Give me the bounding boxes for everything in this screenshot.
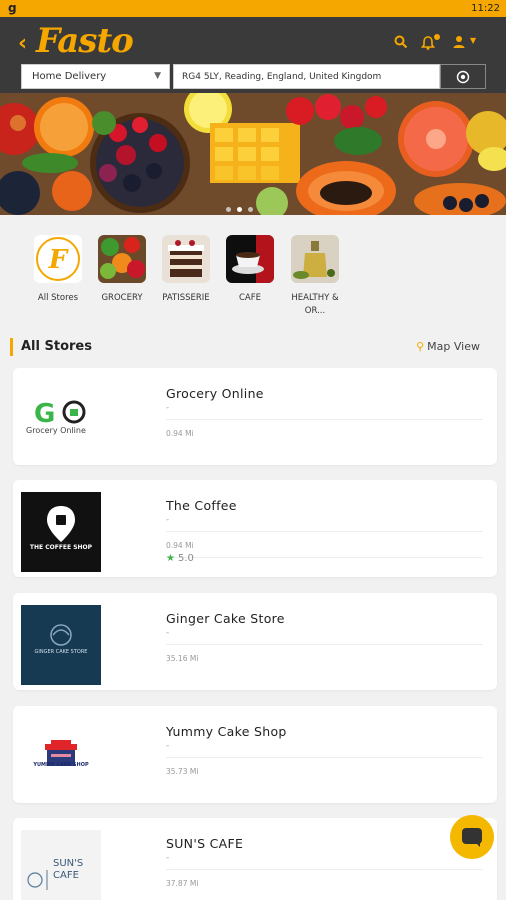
search-icon[interactable]: [394, 35, 408, 53]
store-distance: 35.16 Mi: [166, 654, 199, 663]
store-logo: [21, 718, 101, 798]
olive-oil-icon: [291, 235, 339, 283]
category-healthy[interactable]: HEALTHY & OR...: [285, 235, 345, 318]
divider: [166, 531, 483, 532]
category-label: CAFE: [238, 293, 261, 303]
delivery-mode-select[interactable]: Home Delivery ▼: [21, 64, 170, 89]
carousel-dot[interactable]: [226, 207, 231, 212]
category-patisserie[interactable]: PATISSERIE: [156, 235, 216, 305]
carousel-dot-active[interactable]: [237, 207, 242, 212]
store-subtitle: -: [166, 741, 170, 751]
store-subtitle: -: [166, 628, 170, 638]
store-distance: 0.94 Mi: [166, 429, 194, 438]
chevron-down-icon: ▼: [154, 71, 161, 81]
map-view-label: Map View: [427, 340, 480, 353]
grocery-icon: [98, 235, 146, 283]
notification-dot: [434, 34, 440, 40]
map-view-link[interactable]: ⚲ Map View: [416, 340, 480, 353]
store-card[interactable]: YUMMY CAKE SHOP Yummy Cake Shop - 35.73 …: [13, 706, 497, 803]
cake-icon: [162, 235, 210, 283]
star-icon: ★: [166, 553, 175, 564]
category-strip: F All Stores GROCERY PATISSERIE CAFE HEA…: [0, 215, 506, 325]
app-header: ‹ Fasto ▼ Home Delivery ▼ RG4 5LY, Readi…: [0, 17, 506, 93]
svg-text:G: G: [34, 399, 55, 429]
map-pin-icon: ⚲: [416, 340, 425, 353]
store-logo-text: GINGER CAKE STORE: [34, 649, 88, 655]
store-distance: 37.87 Mi: [166, 879, 199, 888]
store-logo-text: YUMMY CAKE SHOP: [33, 762, 89, 768]
store-logo-text: THE COFFEE SHOP: [29, 544, 93, 551]
category-grocery[interactable]: GROCERY: [92, 235, 152, 305]
store-subtitle: -: [166, 515, 170, 525]
store-name: Yummy Cake Shop: [166, 724, 287, 739]
category-label: All Stores: [37, 293, 79, 303]
divider: [166, 757, 483, 758]
caret-down-icon[interactable]: ▼: [470, 36, 476, 45]
category-all-stores[interactable]: F All Stores: [28, 235, 88, 305]
carousel-dot[interactable]: [248, 207, 253, 212]
store-card[interactable]: THE COFFEE SHOP The Coffee - 0.94 Mi ★ 5.…: [13, 480, 497, 577]
svg-text:F: F: [48, 245, 69, 275]
delivery-mode-value: Home Delivery: [32, 71, 107, 82]
divider: [166, 869, 483, 870]
store-distance: 0.94 Mi: [166, 541, 194, 550]
store-subtitle: -: [166, 403, 170, 413]
store-card[interactable]: GINGER CAKE STORE Ginger Cake Store - 35…: [13, 593, 497, 690]
category-label: HEALTHY & OR...: [291, 293, 339, 316]
brand-logo: Fasto: [36, 21, 134, 61]
store-rating: ★ 5.0: [166, 553, 194, 564]
store-logo: [21, 605, 101, 685]
locate-button[interactable]: [440, 64, 486, 89]
store-name: Ginger Cake Store: [166, 611, 285, 626]
store-name: Grocery Online: [166, 386, 264, 401]
store-logo: [21, 492, 101, 572]
divider: [166, 644, 483, 645]
divider: [166, 419, 483, 420]
carrier-icon: g: [8, 1, 17, 15]
store-name: SUN'S CAFE: [166, 836, 244, 851]
back-chevron-icon[interactable]: ‹: [18, 31, 27, 56]
carousel-dots[interactable]: [226, 197, 259, 216]
store-distance: 35.73 Mi: [166, 767, 199, 776]
category-label: GROCERY: [101, 293, 143, 303]
fasto-logo-icon: F: [34, 235, 82, 283]
store-logo-text: SUN'S CAFE: [53, 858, 84, 881]
store-logo-text: Grocery Online: [26, 426, 86, 435]
store-card[interactable]: SUN'S CAFE SUN'S CAFE - 37.87 Mi: [13, 818, 497, 900]
store-logo: G: [21, 380, 101, 460]
chat-button[interactable]: [450, 815, 494, 859]
section-title: All Stores: [10, 338, 92, 356]
rating-value: 5.0: [177, 553, 194, 564]
user-icon[interactable]: [452, 35, 466, 53]
category-label: PATISSERIE: [162, 293, 210, 303]
status-time: 11:22: [471, 3, 500, 14]
divider: [166, 557, 483, 558]
store-subtitle: -: [166, 853, 170, 863]
status-bar: g 11:22: [0, 0, 506, 17]
store-name: The Coffee: [166, 498, 237, 513]
coffee-cup-icon: [226, 235, 274, 283]
store-card[interactable]: G Grocery Online Grocery Online - 0.94 M…: [13, 368, 497, 465]
chat-bubble-tail: [475, 842, 480, 847]
category-cafe[interactable]: CAFE: [220, 235, 280, 305]
address-input[interactable]: RG4 5LY, Reading, England, United Kingdo…: [173, 64, 440, 89]
